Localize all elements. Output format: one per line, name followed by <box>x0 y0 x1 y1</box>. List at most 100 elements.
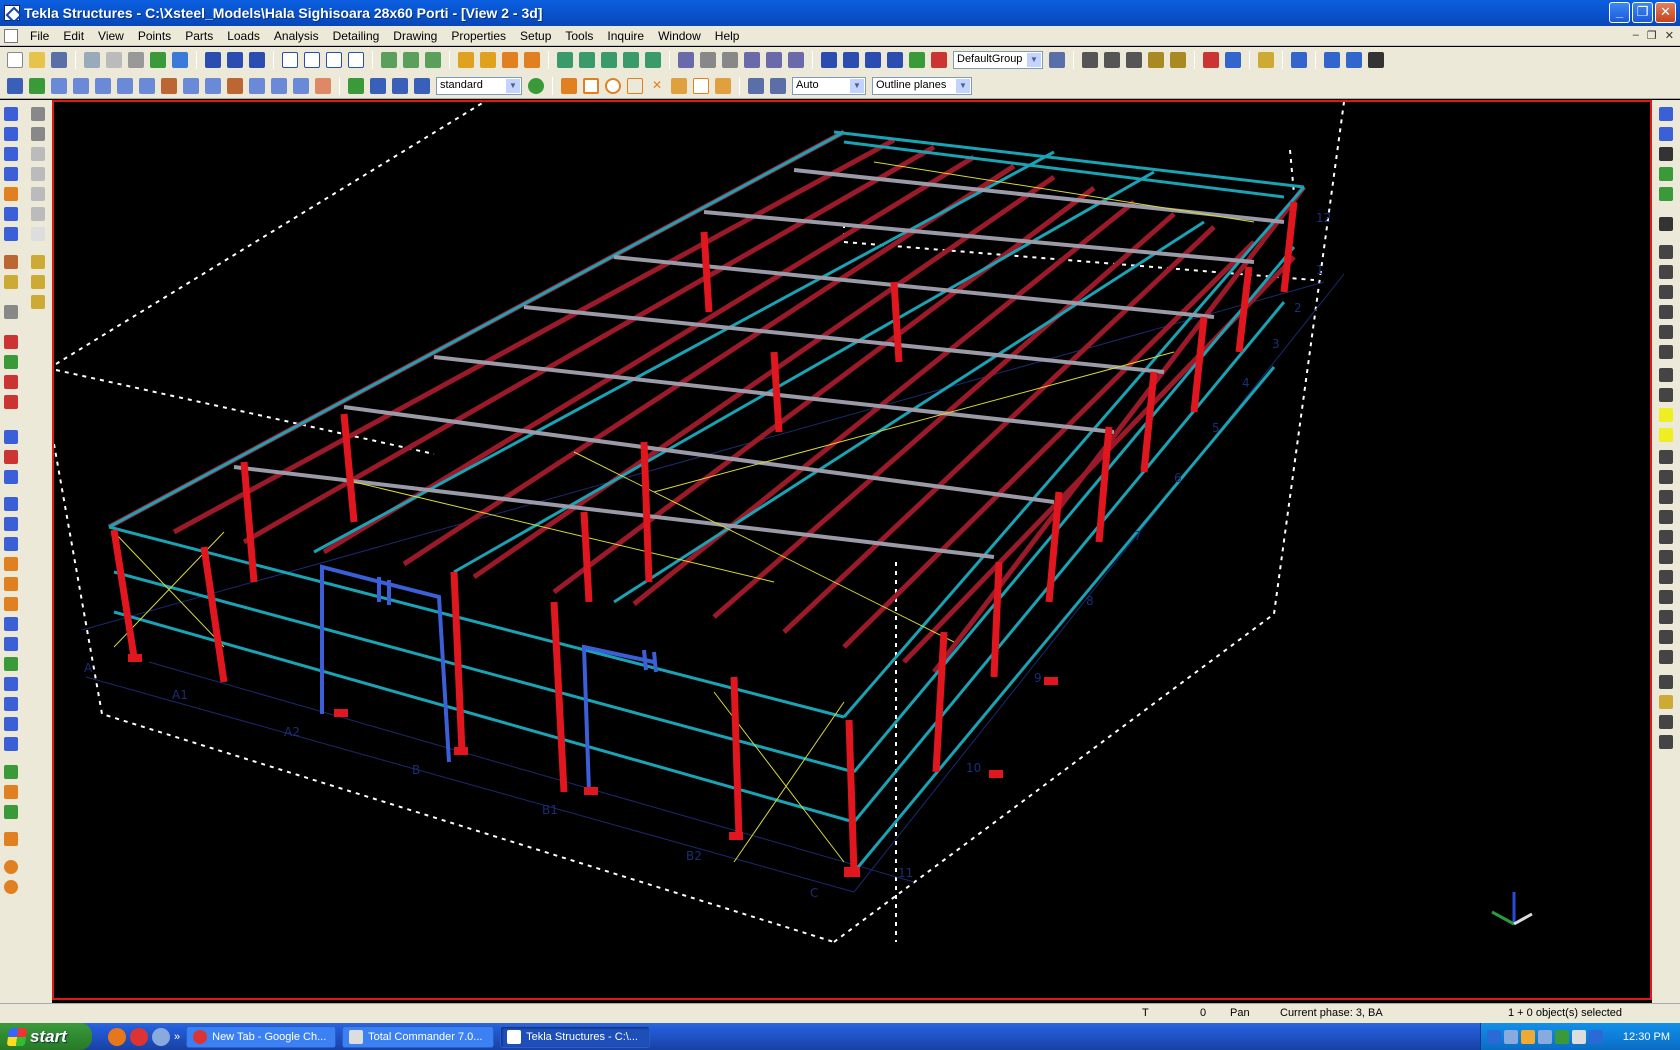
save-model-icon[interactable] <box>51 52 67 68</box>
component-icon[interactable] <box>502 52 518 68</box>
maximize-button[interactable]: ❐ <box>1632 2 1653 23</box>
rotate-icon[interactable] <box>623 52 639 68</box>
steel-frame-model[interactable]: A A1 A2 B B1 B2 C 1 2 3 4 5 6 7 8 9 10 1… <box>54 102 1650 998</box>
select-object-in-component-icon[interactable] <box>348 77 364 94</box>
line-cut-icon[interactable] <box>4 375 18 389</box>
angle-icon[interactable] <box>1104 52 1120 68</box>
point-arc-icon[interactable] <box>4 597 18 611</box>
connection-icon-7[interactable] <box>1659 368 1673 382</box>
copy-icon[interactable] <box>579 52 595 68</box>
menu-parts[interactable]: Parts <box>179 29 221 43</box>
create-polybeam-concrete-icon[interactable] <box>31 187 45 201</box>
create-concrete-beam-icon[interactable] <box>31 167 45 181</box>
select-surface-icon[interactable] <box>73 77 89 94</box>
menu-window[interactable]: Window <box>652 29 709 43</box>
crane-icon[interactable] <box>1368 52 1384 68</box>
select-load-icon[interactable] <box>161 77 177 94</box>
base-plate-icon-7[interactable] <box>1659 630 1673 644</box>
create-contour-plate-icon[interactable] <box>4 207 18 221</box>
select-reference-icon[interactable] <box>227 77 243 94</box>
connection-icon-3[interactable] <box>1659 285 1673 299</box>
create-weld-icon[interactable] <box>4 275 18 289</box>
monitor-icon[interactable] <box>1538 1029 1552 1044</box>
base-plate-icon-11[interactable] <box>1659 715 1673 729</box>
mdi-restore-button[interactable]: ❐ <box>1647 29 1657 42</box>
point-parallel-icon[interactable] <box>4 657 18 671</box>
point-bolt-icon[interactable] <box>4 617 18 631</box>
help-icon[interactable] <box>1291 52 1307 68</box>
load-line-icon[interactable] <box>843 52 859 68</box>
mirror-icon[interactable] <box>601 52 617 68</box>
polygon-cut-icon[interactable] <box>4 355 18 369</box>
load-group-select[interactable]: DefaultGroup <box>953 51 1043 69</box>
undo-icon[interactable] <box>227 52 243 68</box>
select-plane-icon[interactable] <box>315 77 331 94</box>
base-plate-icon-12[interactable] <box>1659 735 1673 749</box>
measure-icon[interactable] <box>1126 52 1142 68</box>
language-icon[interactable] <box>1487 1029 1501 1044</box>
security-shield-icon[interactable] <box>1521 1029 1535 1044</box>
support-icon[interactable] <box>722 52 738 68</box>
construction-circle-icon[interactable] <box>4 805 18 819</box>
grid-icon[interactable] <box>4 430 18 444</box>
base-plate-icon-10[interactable] <box>1659 695 1673 709</box>
refresh-icon[interactable] <box>150 52 166 68</box>
bolt-measure-icon[interactable] <box>1148 52 1164 68</box>
construction-plane-icon[interactable] <box>4 832 18 846</box>
back-arrow-icon[interactable] <box>1659 167 1673 181</box>
network-icon[interactable] <box>1504 1029 1518 1044</box>
menu-view[interactable]: View <box>92 29 132 43</box>
snap-settings-icon[interactable] <box>770 77 786 94</box>
dimension-icon[interactable] <box>1082 52 1098 68</box>
menu-loads[interactable]: Loads <box>221 29 268 43</box>
base-plate-icon-9[interactable] <box>1659 675 1673 689</box>
create-curved-beam-icon[interactable] <box>4 147 18 161</box>
binoculars-icon[interactable] <box>1659 147 1673 161</box>
detail-end-plate-icon[interactable] <box>1659 107 1673 121</box>
snap-reference-icon[interactable] <box>561 77 577 94</box>
create-mesh-icon[interactable] <box>31 275 45 289</box>
load-point-icon[interactable] <box>821 52 837 68</box>
point-extension-icon[interactable] <box>4 517 18 531</box>
select-rebar-icon[interactable] <box>293 77 309 94</box>
menu-analysis[interactable]: Analysis <box>268 29 327 43</box>
drawing-icon[interactable] <box>744 52 760 68</box>
create-rebar-icon[interactable] <box>31 255 45 269</box>
snap-geometry-icon[interactable] <box>583 77 599 94</box>
create-column-icon[interactable] <box>4 127 18 141</box>
rotate-view-icon[interactable] <box>4 880 18 894</box>
connection-icon-6[interactable] <box>1659 345 1673 359</box>
zoom-in-icon[interactable] <box>403 52 419 68</box>
snap-end-icon[interactable] <box>627 77 643 94</box>
view-list-icon[interactable] <box>304 52 320 68</box>
select-cast-unit-icon[interactable] <box>414 77 430 94</box>
zoom-icon[interactable] <box>381 52 397 68</box>
menu-tools[interactable]: Tools <box>559 29 601 43</box>
create-polybeam-icon[interactable] <box>4 167 18 181</box>
split-icon[interactable] <box>1324 52 1340 68</box>
opera-icon[interactable] <box>130 1027 148 1046</box>
create-twin-profile-icon[interactable] <box>4 187 18 201</box>
filter-settings-icon[interactable] <box>528 77 544 94</box>
create-pad-footing-icon[interactable] <box>31 107 45 121</box>
ga-drawing-icon[interactable] <box>766 52 782 68</box>
volume-icon[interactable] <box>1572 1029 1586 1044</box>
edit-tools-icon[interactable] <box>1170 52 1186 68</box>
task-tekla[interactable]: Tekla Structures - C:\... <box>500 1025 651 1048</box>
print-icon[interactable] <box>128 52 144 68</box>
point-center-icon[interactable] <box>4 677 18 691</box>
start-button[interactable]: start <box>0 1023 92 1050</box>
redo-icon[interactable] <box>249 52 265 68</box>
connection-icon-4[interactable] <box>1659 305 1673 319</box>
update-icon[interactable] <box>1589 1029 1603 1044</box>
base-plate-icon-3[interactable] <box>1659 550 1673 564</box>
load-temp-icon[interactable] <box>931 52 947 68</box>
report-icon[interactable] <box>1258 52 1274 68</box>
snap-depth-select[interactable]: Auto <box>792 76 866 95</box>
open-model-icon[interactable] <box>29 52 45 68</box>
view-window-icon[interactable] <box>282 52 298 68</box>
forward-arrow-icon[interactable] <box>1659 187 1673 201</box>
analysis-model-icon[interactable] <box>678 52 694 68</box>
nvidia-icon[interactable] <box>1555 1029 1569 1044</box>
point-offset-icon[interactable] <box>4 697 18 711</box>
